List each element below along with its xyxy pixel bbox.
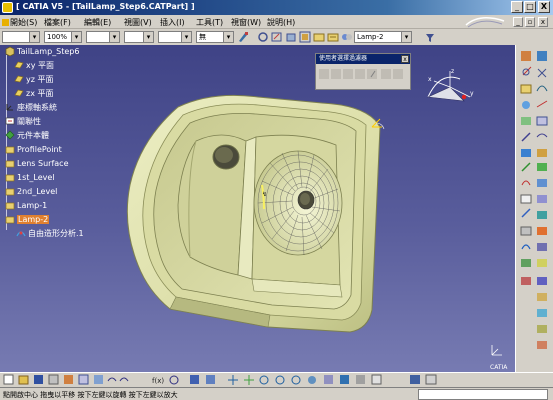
compass-x-label: x xyxy=(428,76,432,83)
tree-item-relations[interactable]: 關聯性 xyxy=(5,116,41,128)
create-datum-icon[interactable] xyxy=(271,31,283,43)
menu-help[interactable]: 說明(H) xyxy=(267,17,295,28)
right-toolbar xyxy=(515,45,553,372)
catia-brand-label: CATIA xyxy=(490,364,508,371)
menu-insert[interactable]: 插入(I) xyxy=(160,17,185,28)
doc-close-button[interactable]: x xyxy=(538,17,548,27)
tree-item-yz-plane[interactable]: yz 平面 xyxy=(14,74,53,86)
transparency-combo[interactable]: 100% xyxy=(44,31,82,43)
insert-mode-icon[interactable] xyxy=(299,31,311,43)
geometrical-set-icon xyxy=(5,146,15,154)
part-body-icon xyxy=(5,130,15,140)
tree-item-axis-system[interactable]: 座標軸系統 xyxy=(5,102,57,114)
geometrical-set-icon xyxy=(5,160,15,168)
minimize-button[interactable]: _ xyxy=(511,1,523,13)
rendering-style-combo[interactable]: 無 xyxy=(196,31,234,43)
maximize-button[interactable]: □ xyxy=(524,1,536,13)
ordered-set-icon[interactable] xyxy=(327,31,339,43)
window-title: [ CATIA V5 - [TailLamp_Step6.CATPart] ] xyxy=(16,2,195,11)
status-bar: 點開啟中心 拖曳以平移 按下左鍵以旋轉 按下左鍵以放大 xyxy=(0,387,553,400)
doc-restore-button[interactable]: ▫ xyxy=(525,17,535,27)
3d-viewport[interactable]: ↯ TailLamp_Step6 xy 平面 yz 平面 zx 平面 座標軸系統… xyxy=(0,45,515,372)
relations-icon xyxy=(5,117,15,125)
point-symbol-combo[interactable] xyxy=(158,31,192,43)
filter-close-button[interactable]: x xyxy=(401,55,409,63)
power-input-field[interactable] xyxy=(418,389,548,400)
geometrical-set-icon xyxy=(5,188,15,196)
tree-item-part-body[interactable]: 元件本體 xyxy=(5,130,49,142)
plane-icon xyxy=(14,75,24,83)
geometrical-set-icon xyxy=(5,202,15,210)
tree-item-2nd-level[interactable]: 2nd_Level xyxy=(5,186,57,198)
menu-tools[interactable]: 工具(T) xyxy=(196,17,223,28)
swap-visible-icon[interactable] xyxy=(257,31,269,43)
layer-combo[interactable]: Lamp-2 xyxy=(354,31,412,43)
axis-triad-icon: CATIA xyxy=(490,345,508,371)
doc-minimize-button[interactable]: _ xyxy=(513,17,523,27)
menu-file[interactable]: 檔案(F) xyxy=(44,17,71,28)
tree-item-profilepoint[interactable]: ProfilePoint xyxy=(5,144,62,156)
painter-icon[interactable] xyxy=(237,31,249,43)
compass-y-label: y xyxy=(470,90,474,97)
fill-color-combo[interactable] xyxy=(2,31,40,43)
plane-icon xyxy=(14,61,24,69)
tree-item-freestyle-analysis[interactable]: 自由造形分析.1 xyxy=(16,228,84,240)
part-icon xyxy=(5,46,15,56)
axis-system-icon xyxy=(6,104,13,111)
tree-item-xy-plane[interactable]: xy 平面 xyxy=(14,60,54,72)
filter-dialog-title: 使用者選擇過濾器 x xyxy=(316,54,410,64)
geometrical-set-icon[interactable] xyxy=(313,31,325,43)
menu-window[interactable]: 視窗(W) xyxy=(231,17,261,28)
tree-item-zx-plane[interactable]: zx 平面 xyxy=(14,88,53,100)
user-selection-filter-dialog[interactable]: 使用者選擇過濾器 x xyxy=(315,53,411,90)
compass-icon[interactable]: z x y xyxy=(420,67,476,119)
menu-edit[interactable]: 編輯(E) xyxy=(84,17,111,28)
menu-view[interactable]: 視圖(V) xyxy=(124,17,152,28)
compass-z-label: z xyxy=(451,68,454,75)
close-button[interactable]: X xyxy=(538,1,550,13)
bottom-toolbar: f(x) xyxy=(0,372,553,387)
catia-app-icon[interactable] xyxy=(2,2,13,13)
geometrical-set-icon xyxy=(5,216,15,224)
svg-text:↯: ↯ xyxy=(262,191,267,198)
title-bar: [ CATIA V5 - [TailLamp_Step6.CATPart] ] … xyxy=(0,0,553,15)
boolean-icon[interactable] xyxy=(341,31,353,43)
freestyle-analysis-mesh xyxy=(253,150,343,256)
status-hint: 點開啟中心 拖曳以平移 按下左鍵以旋轉 按下左鍵以放大 xyxy=(3,391,178,399)
plane-icon xyxy=(14,89,24,97)
tree-item-1st-level[interactable]: 1st_Level xyxy=(5,172,55,184)
tree-item-lamp-2[interactable]: Lamp-2 xyxy=(5,214,50,226)
keep-mode-icon[interactable] xyxy=(285,31,297,43)
tree-root[interactable]: TailLamp_Step6 xyxy=(5,46,79,58)
menu-start[interactable]: 開始(S) xyxy=(2,17,37,28)
freestyle-analysis-icon xyxy=(16,231,26,237)
right-toolbar-icons[interactable] xyxy=(516,45,553,372)
graphic-properties-toolbar: 100% 無 Lamp-2 xyxy=(0,29,515,45)
filter-buttons[interactable] xyxy=(319,67,407,87)
catia-logo-icon xyxy=(465,17,505,28)
line-type-combo[interactable] xyxy=(124,31,154,43)
line-thickness-combo[interactable] xyxy=(86,31,120,43)
menu-bar: 開始(S) 檔案(F) 編輯(E) 視圖(V) 插入(I) 工具(T) 視窗(W… xyxy=(0,15,553,29)
tree-item-lens-surface[interactable]: Lens Surface xyxy=(5,158,69,170)
layers-filter-icon[interactable] xyxy=(424,31,436,43)
geometrical-set-icon xyxy=(5,174,15,182)
bottom-toolbar-icons[interactable]: f(x) xyxy=(0,373,553,387)
tree-item-lamp-1[interactable]: Lamp-1 xyxy=(5,200,47,212)
start-icon xyxy=(2,19,9,26)
svg-text:f(x): f(x) xyxy=(152,377,164,385)
